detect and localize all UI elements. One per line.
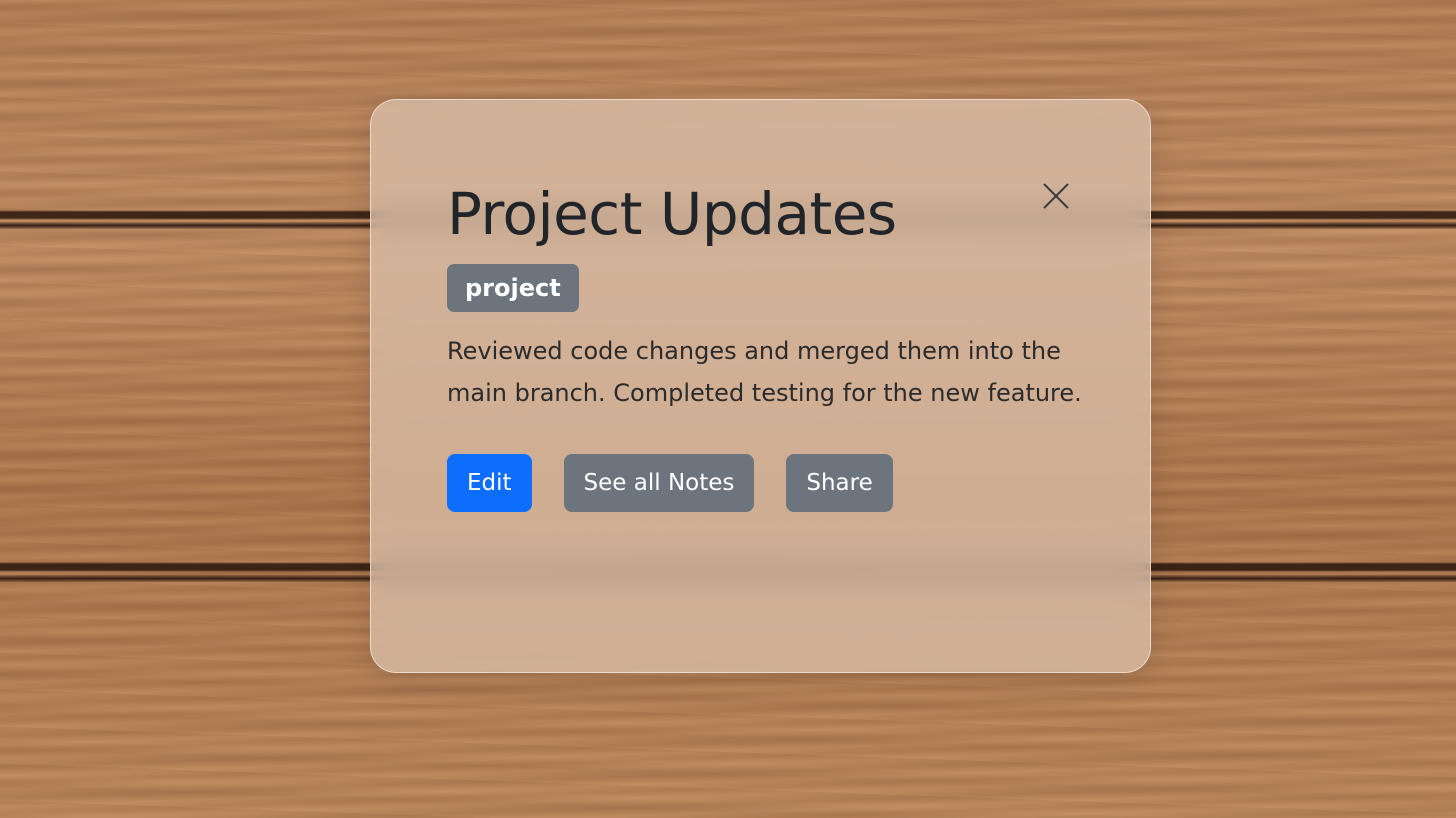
note-title: Project Updates	[447, 180, 897, 248]
modal-content: Project Updates project Reviewed code ch…	[447, 178, 1087, 512]
action-buttons: Edit See all Notes Share	[447, 454, 1087, 512]
share-button[interactable]: Share	[786, 454, 893, 512]
tag-badge: project	[447, 264, 579, 312]
edit-button[interactable]: Edit	[447, 454, 532, 512]
note-description: Reviewed code changes and merged them in…	[447, 337, 1082, 407]
see-all-notes-button[interactable]: See all Notes	[563, 454, 755, 512]
note-modal: Project Updates project Reviewed code ch…	[370, 99, 1151, 673]
